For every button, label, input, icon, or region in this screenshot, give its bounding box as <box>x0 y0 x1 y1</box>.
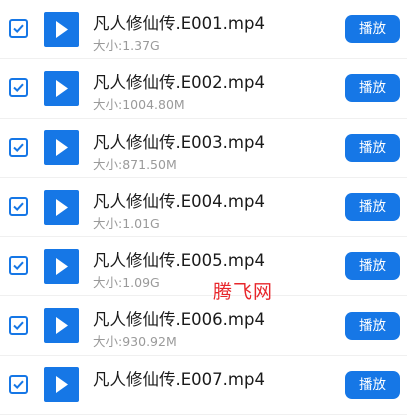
play-button[interactable]: 播放 <box>345 15 400 44</box>
list-item[interactable]: 凡人修仙传.E007.mp4 播放 <box>0 356 407 415</box>
video-thumbnail[interactable] <box>44 189 79 225</box>
file-checkbox[interactable] <box>9 19 28 39</box>
list-item[interactable]: 凡人修仙传.E005.mp4 大小:1.09G 播放 <box>0 237 407 297</box>
video-thumbnail[interactable] <box>44 11 79 47</box>
file-checkbox[interactable] <box>9 197 28 217</box>
play-icon <box>56 79 68 97</box>
check-icon <box>13 143 24 152</box>
check-icon <box>13 202 24 212</box>
play-button[interactable]: 播放 <box>345 252 400 281</box>
video-thumbnail[interactable] <box>44 248 79 284</box>
list-item[interactable]: 凡人修仙传.E003.mp4 大小:871.50M 播放 <box>0 119 407 178</box>
file-name: 凡人修仙传.E006.mp4 <box>93 310 265 330</box>
play-icon <box>56 20 68 38</box>
play-icon <box>56 257 68 275</box>
check-icon <box>13 321 24 330</box>
file-checkbox[interactable] <box>9 78 28 98</box>
check-icon <box>13 83 24 93</box>
file-name: 凡人修仙传.E007.mp4 <box>93 369 265 389</box>
watermark: 腾飞网 <box>213 281 274 303</box>
file-list: 凡人修仙传.E001.mp4 大小:1.37G 播放 凡人修仙传.E002.mp… <box>0 0 407 415</box>
file-size: 大小:1.09G <box>93 275 160 291</box>
play-icon <box>56 376 68 394</box>
list-item[interactable]: 凡人修仙传.E006.mp4 大小:930.92M 播放 <box>0 296 407 356</box>
file-checkbox[interactable] <box>9 315 28 335</box>
play-button[interactable]: 播放 <box>345 74 400 103</box>
check-icon <box>13 380 24 389</box>
file-name: 凡人修仙传.E005.mp4 <box>93 251 265 271</box>
play-icon <box>56 198 68 216</box>
file-name: 凡人修仙传.E004.mp4 <box>93 191 265 211</box>
list-item[interactable]: 凡人修仙传.E001.mp4 大小:1.37G 播放 <box>0 0 407 60</box>
file-checkbox[interactable] <box>9 137 28 157</box>
file-name: 凡人修仙传.E002.mp4 <box>93 73 265 93</box>
file-size: 大小:871.50M <box>93 156 177 172</box>
file-name: 凡人修仙传.E003.mp4 <box>93 132 265 152</box>
video-thumbnail[interactable] <box>44 70 79 106</box>
file-size: 大小:1.01G <box>93 215 160 231</box>
play-button[interactable]: 播放 <box>345 133 400 162</box>
file-checkbox[interactable] <box>9 374 28 394</box>
play-button[interactable]: 播放 <box>345 370 400 399</box>
file-size: 大小:930.92M <box>93 334 177 350</box>
file-name: 凡人修仙传.E001.mp4 <box>93 14 265 33</box>
file-size: 大小:1.37G <box>93 38 160 53</box>
check-icon <box>13 261 24 271</box>
file-size: 大小:1004.80M <box>93 97 185 113</box>
play-button[interactable]: 播放 <box>345 311 400 340</box>
video-thumbnail[interactable] <box>44 308 79 344</box>
check-icon <box>13 24 24 34</box>
list-item[interactable]: 凡人修仙传.E002.mp4 大小:1004.80M 播放 <box>0 59 407 119</box>
play-icon <box>56 317 68 335</box>
play-icon <box>56 139 68 157</box>
video-thumbnail[interactable] <box>44 130 79 166</box>
list-item[interactable]: 凡人修仙传.E004.mp4 大小:1.01G 播放 <box>0 178 407 238</box>
file-checkbox[interactable] <box>9 256 28 276</box>
video-thumbnail[interactable] <box>44 367 79 403</box>
play-button[interactable]: 播放 <box>345 193 400 222</box>
